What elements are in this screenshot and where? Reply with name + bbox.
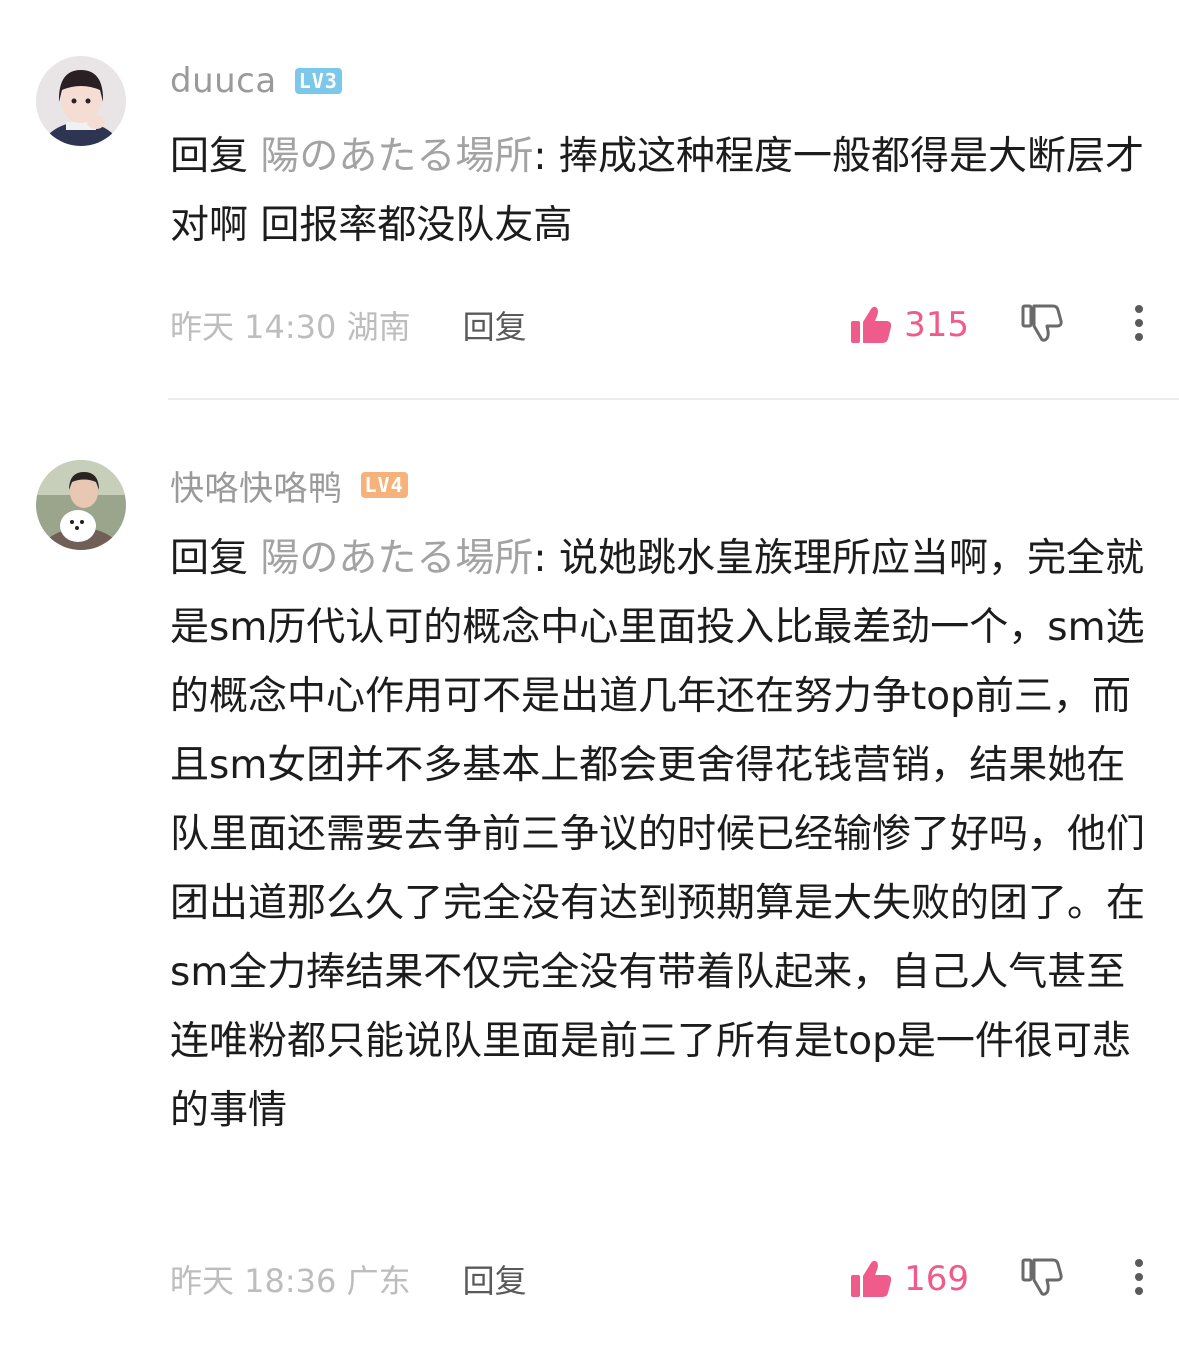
more-vertical-icon — [1135, 1259, 1143, 1295]
level-badge: LV4 — [360, 472, 408, 498]
thumbs-up-icon — [851, 306, 892, 343]
reply-button[interactable]: 回复 — [463, 1256, 527, 1302]
reply-target-username[interactable]: 陽のあたる場所 — [260, 536, 533, 581]
username-row: 快咯快咯鸭 LV4 — [170, 460, 408, 510]
timestamp-location: 昨天 14:30 湖南 — [170, 308, 411, 346]
more-options-button[interactable] — [1133, 303, 1145, 347]
thumbs-up-icon — [851, 1260, 892, 1297]
like-count: 169 — [904, 1259, 969, 1299]
reply-button[interactable]: 回复 — [463, 302, 527, 348]
reply-target-username[interactable]: 陽のあたる場所 — [260, 134, 533, 179]
thumbs-down-icon — [1021, 1258, 1063, 1296]
more-vertical-icon — [1135, 305, 1143, 341]
comment-divider — [168, 398, 1179, 400]
like-button[interactable]: 169 — [850, 1259, 969, 1299]
username[interactable]: duuca — [170, 61, 277, 101]
like-count: 315 — [904, 305, 969, 345]
timestamp-location: 昨天 18:36 广东 — [170, 1262, 411, 1300]
level-badge: LV3 — [294, 68, 342, 94]
username-row: duuca LV3 — [170, 56, 342, 106]
reply-prefix: 回复 — [170, 536, 261, 581]
reply-prefix: 回复 — [170, 134, 261, 179]
avatar[interactable] — [36, 56, 126, 146]
username[interactable]: 快咯快咯鸭 — [170, 461, 343, 510]
dislike-button[interactable] — [1021, 1257, 1063, 1301]
avatar-image — [36, 56, 126, 146]
dislike-button[interactable] — [1021, 303, 1063, 347]
comment-text: 回复 陽のあたる場所: 捧成这种程度一般都得是大断层才对啊 回报率都没队友高 — [170, 122, 1145, 260]
comment-meta-row: 昨天 18:36 广东 回复 169 — [170, 1254, 1145, 1304]
avatar[interactable] — [36, 460, 126, 550]
more-options-button[interactable] — [1133, 1257, 1145, 1301]
thumbs-down-icon — [1021, 304, 1063, 342]
comment-text: 回复 陽のあたる場所: 说她跳水皇族理所应当啊，完全就是sm历代认可的概念中心里… — [170, 524, 1145, 1145]
comment-content: : 说她跳水皇族理所应当啊，完全就是sm历代认可的概念中心里面投入比最差劲一个，… — [170, 536, 1146, 1133]
like-button[interactable]: 315 — [850, 305, 969, 345]
avatar-image — [36, 460, 126, 550]
comment-meta-row: 昨天 14:30 湖南 回复 315 — [170, 300, 1145, 350]
